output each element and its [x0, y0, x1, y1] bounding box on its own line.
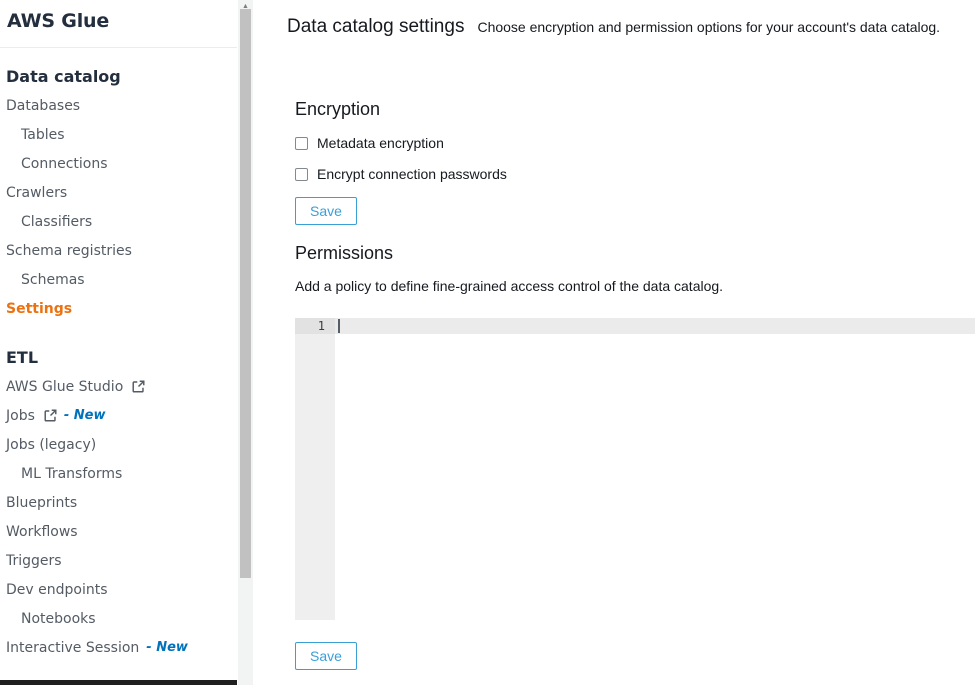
- sidebar-item-label: Notebooks: [21, 611, 96, 627]
- page-subtitle: Choose encryption and permission options…: [477, 19, 940, 35]
- editor-gutter: [295, 318, 335, 620]
- sidebar-section-data-catalog: Data catalog Databases Tables Connections Cr…: [6, 62, 237, 323]
- sidebar-item-label: Interactive Session: [6, 640, 139, 656]
- checkbox-label: Metadata encryption: [317, 135, 444, 151]
- external-link-icon: [44, 409, 57, 422]
- sidebar-item-schema-registries[interactable]: Schema registries: [6, 236, 237, 265]
- new-badge: - New: [146, 640, 188, 655]
- editor-text-cursor: [338, 319, 340, 333]
- sidebar-item-jobs-legacy[interactable]: Jobs (legacy): [6, 430, 237, 459]
- encryption-heading: Encryption: [295, 99, 380, 120]
- app-title: AWS Glue: [0, 0, 237, 48]
- sidebar-item-jobs[interactable]: Jobs - New: [6, 401, 237, 430]
- sidebar-item-label: Classifiers: [21, 214, 92, 230]
- sidebar-item-databases[interactable]: Databases: [6, 91, 237, 120]
- sidebar-item-workflows[interactable]: Workflows: [6, 517, 237, 546]
- sidebar-nav: Data catalog Databases Tables Connections Cr…: [0, 48, 237, 662]
- sidebar-item-label: Dev endpoints: [6, 582, 108, 598]
- metadata-encryption-checkbox-row[interactable]: Metadata encryption: [295, 135, 444, 151]
- sidebar-item-triggers[interactable]: Triggers: [6, 546, 237, 575]
- sidebar-section-header-etl: ETL: [6, 343, 237, 372]
- permissions-description: Add a policy to define fine-grained acce…: [295, 278, 723, 294]
- sidebar-item-classifiers[interactable]: Classifiers: [6, 207, 237, 236]
- sidebar-item-label: Settings: [6, 301, 72, 317]
- sidebar-horizontal-scrollbar[interactable]: [0, 680, 237, 685]
- metadata-encryption-checkbox[interactable]: [295, 137, 308, 150]
- permissions-save-button[interactable]: Save: [295, 642, 357, 670]
- sidebar-item-label: Triggers: [6, 553, 62, 569]
- external-link-icon: [132, 380, 145, 393]
- sidebar-item-notebooks[interactable]: Notebooks: [6, 604, 237, 633]
- page-header: Data catalog settings Choose encryption …: [287, 16, 940, 38]
- sidebar-vertical-scrollbar[interactable]: ▲: [238, 0, 253, 685]
- sidebar-item-label: Schema registries: [6, 243, 132, 259]
- sidebar-item-label: Connections: [21, 156, 108, 172]
- page-title: Data catalog settings: [287, 16, 464, 38]
- encrypt-passwords-checkbox[interactable]: [295, 168, 308, 181]
- sidebar-item-label: Databases: [6, 98, 80, 114]
- checkbox-label: Encrypt connection passwords: [317, 166, 507, 182]
- sidebar-section-header-data-catalog: Data catalog: [6, 62, 237, 91]
- sidebar-item-connections[interactable]: Connections: [6, 149, 237, 178]
- encrypt-passwords-checkbox-row[interactable]: Encrypt connection passwords: [295, 166, 507, 182]
- sidebar-item-label: Blueprints: [6, 495, 77, 511]
- scrollbar-thumb[interactable]: [240, 9, 251, 578]
- sidebar-item-label: Workflows: [6, 524, 78, 540]
- editor-active-line: [335, 318, 975, 334]
- sidebar-item-label: Tables: [21, 127, 65, 143]
- sidebar-item-label: Schemas: [21, 272, 85, 288]
- sidebar-item-tables[interactable]: Tables: [6, 120, 237, 149]
- sidebar: AWS Glue Data catalog Databases Tables Conn…: [0, 0, 237, 685]
- new-badge: - New: [64, 408, 106, 423]
- sidebar-item-label: ML Transforms: [21, 466, 122, 482]
- sidebar-item-dev-endpoints[interactable]: Dev endpoints: [6, 575, 237, 604]
- sidebar-item-label: AWS Glue Studio: [6, 379, 123, 395]
- sidebar-item-interactive-session[interactable]: Interactive Session - New: [6, 633, 237, 662]
- sidebar-item-crawlers[interactable]: Crawlers: [6, 178, 237, 207]
- sidebar-item-ml-transforms[interactable]: ML Transforms: [6, 459, 237, 488]
- sidebar-section-etl: ETL AWS Glue Studio Jobs - New Jobs (legacy)…: [6, 343, 237, 662]
- permissions-heading: Permissions: [295, 243, 393, 264]
- encryption-save-button[interactable]: Save: [295, 197, 357, 225]
- sidebar-item-label: Jobs (legacy): [6, 437, 96, 453]
- editor-line-number: 1: [295, 318, 335, 334]
- main-content: Data catalog settings Choose encryption …: [253, 0, 975, 685]
- policy-code-editor[interactable]: 1: [295, 318, 975, 620]
- sidebar-item-label: Crawlers: [6, 185, 67, 201]
- sidebar-item-schemas[interactable]: Schemas: [6, 265, 237, 294]
- sidebar-item-aws-glue-studio[interactable]: AWS Glue Studio: [6, 372, 237, 401]
- sidebar-item-settings[interactable]: Settings: [6, 294, 237, 323]
- sidebar-item-blueprints[interactable]: Blueprints: [6, 488, 237, 517]
- sidebar-item-label: Jobs: [6, 408, 35, 424]
